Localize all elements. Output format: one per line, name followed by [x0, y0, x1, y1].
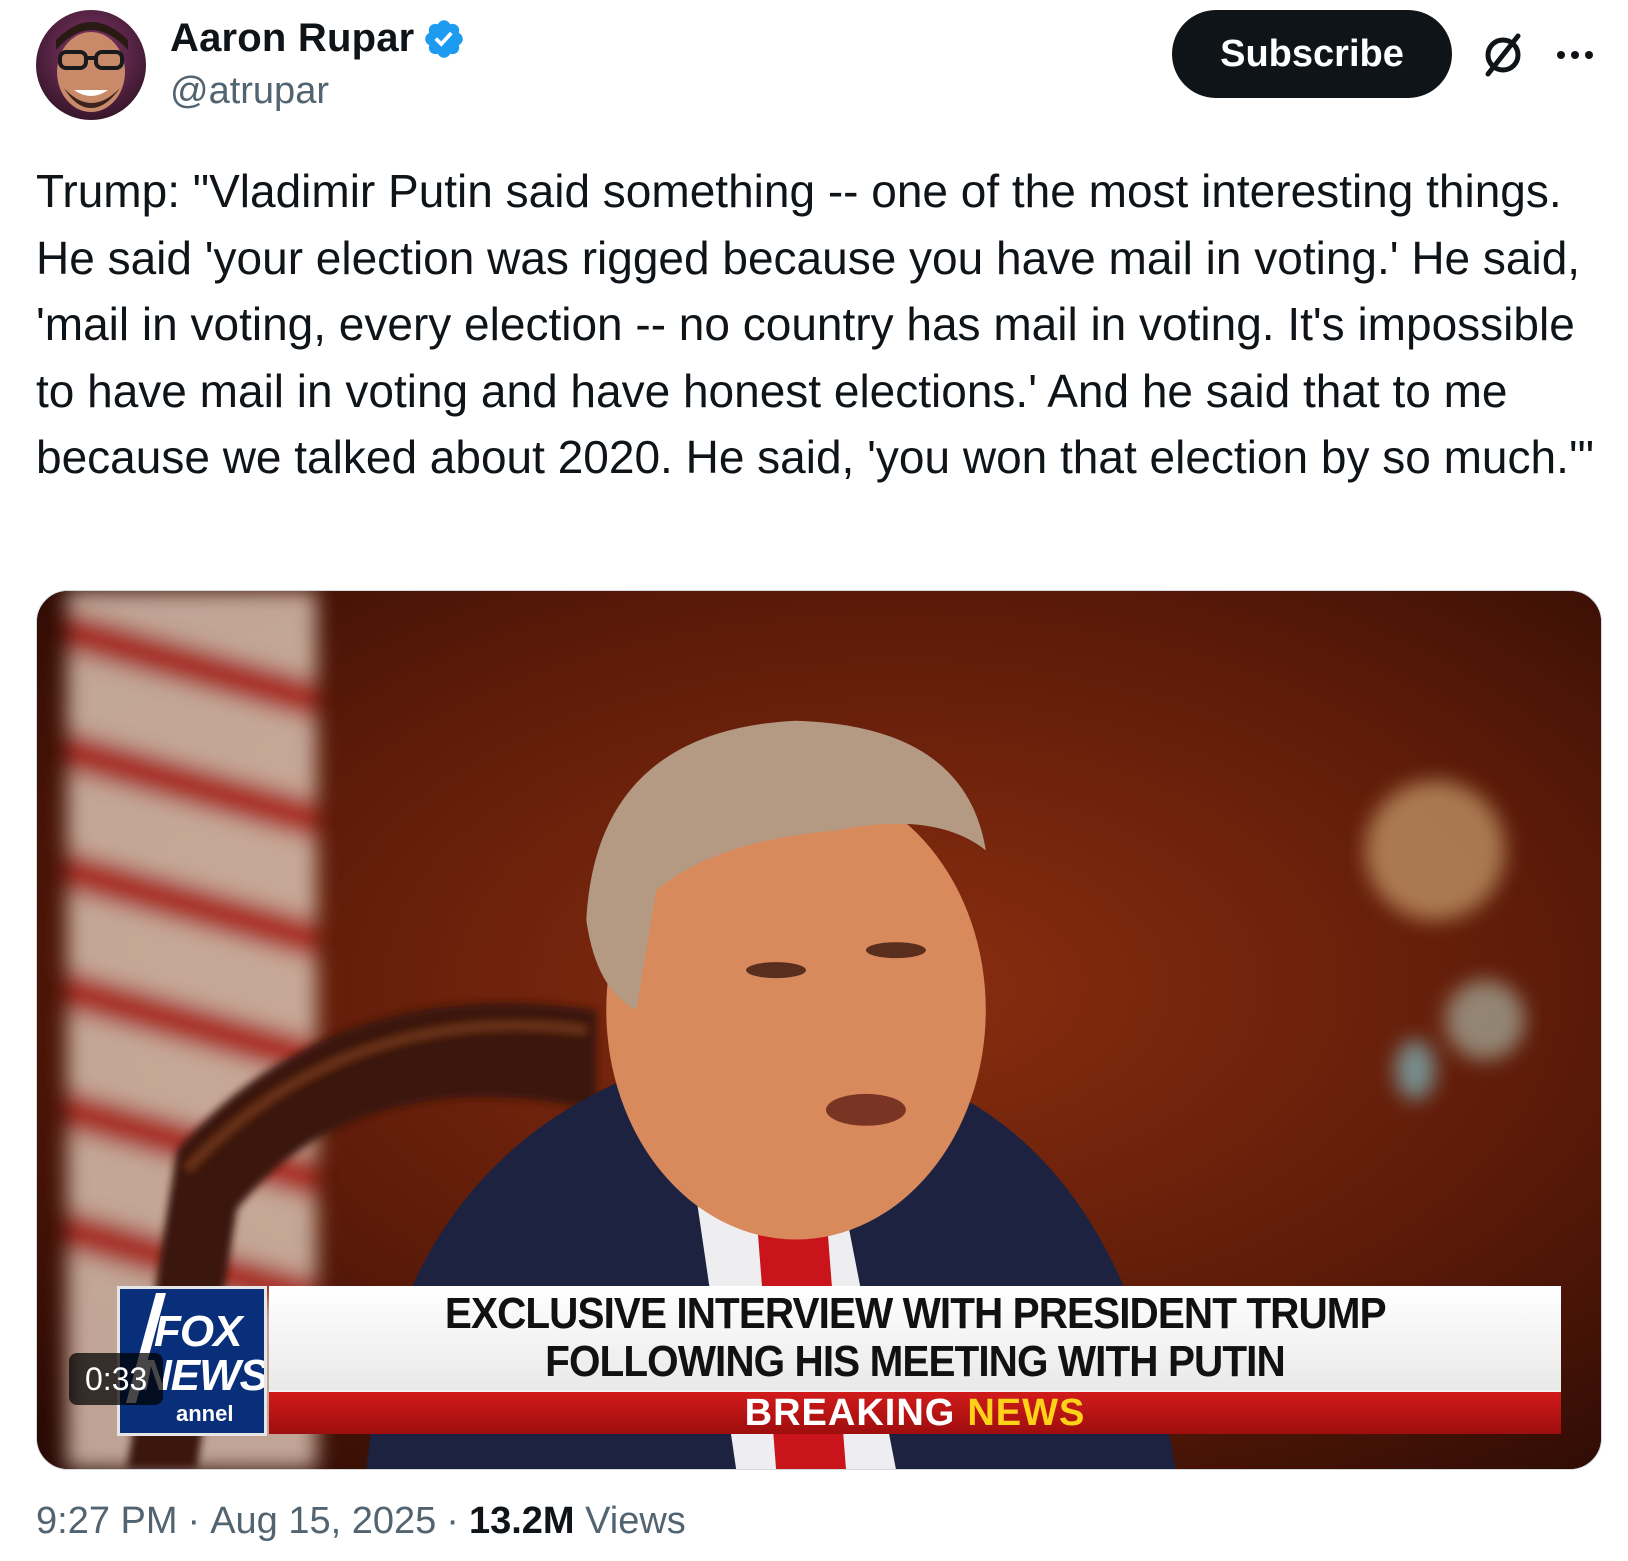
views-stat[interactable]: 13.2M Views — [469, 1500, 686, 1543]
tweet-text: Trump: "Vladimir Putin said something --… — [36, 165, 1594, 483]
grok-icon[interactable] — [1478, 30, 1528, 80]
more-icon[interactable] — [1550, 30, 1600, 80]
tweet-time[interactable]: 9:27 PM — [36, 1500, 178, 1543]
breaking-label: BREAKING — [744, 1391, 956, 1434]
news-label: NEWS — [967, 1391, 1086, 1434]
views-count: 13.2M — [468, 1500, 575, 1542]
subscribe-button[interactable]: Subscribe — [1172, 10, 1452, 98]
tweet-meta: 9:27 PM · Aug 15, 2025 · 13.2M Views — [36, 1500, 686, 1543]
author-handle[interactable]: @atrupar — [170, 70, 329, 113]
avatar[interactable] — [36, 10, 146, 120]
tweet-header: Aaron Rupar @atrupar Subscribe — [0, 0, 1628, 120]
name-row: Aaron Rupar — [170, 16, 466, 61]
video-duration-badge: 0:33 — [69, 1353, 164, 1405]
logo-text-fox: FOX — [154, 1307, 242, 1356]
verified-badge-icon[interactable] — [422, 17, 466, 61]
headline-line-2: FOLLOWING HIS MEETING WITH PUTIN — [545, 1337, 1286, 1386]
headline-banner: EXCLUSIVE INTERVIEW WITH PRESIDENT TRUMP… — [269, 1286, 1561, 1390]
meta-separator: · — [187, 1500, 201, 1542]
video-player[interactable]: FOX NEWS annel EXCLUSIVE INTERVIEW WITH … — [36, 590, 1602, 1470]
avatar-image — [36, 10, 146, 120]
news-chyron: FOX NEWS annel EXCLUSIVE INTERVIEW WITH … — [117, 1286, 1563, 1436]
headline-line-1: EXCLUSIVE INTERVIEW WITH PRESIDENT TRUMP — [444, 1289, 1387, 1338]
meta-separator: · — [446, 1500, 459, 1542]
tweet-date[interactable]: Aug 15, 2025 — [210, 1500, 436, 1543]
breaking-news-banner: BREAKING NEWS — [269, 1390, 1561, 1434]
logo-text-channel: annel — [176, 1401, 234, 1426]
views-label: Views — [585, 1500, 686, 1542]
author-display-name[interactable]: Aaron Rupar — [170, 16, 414, 61]
